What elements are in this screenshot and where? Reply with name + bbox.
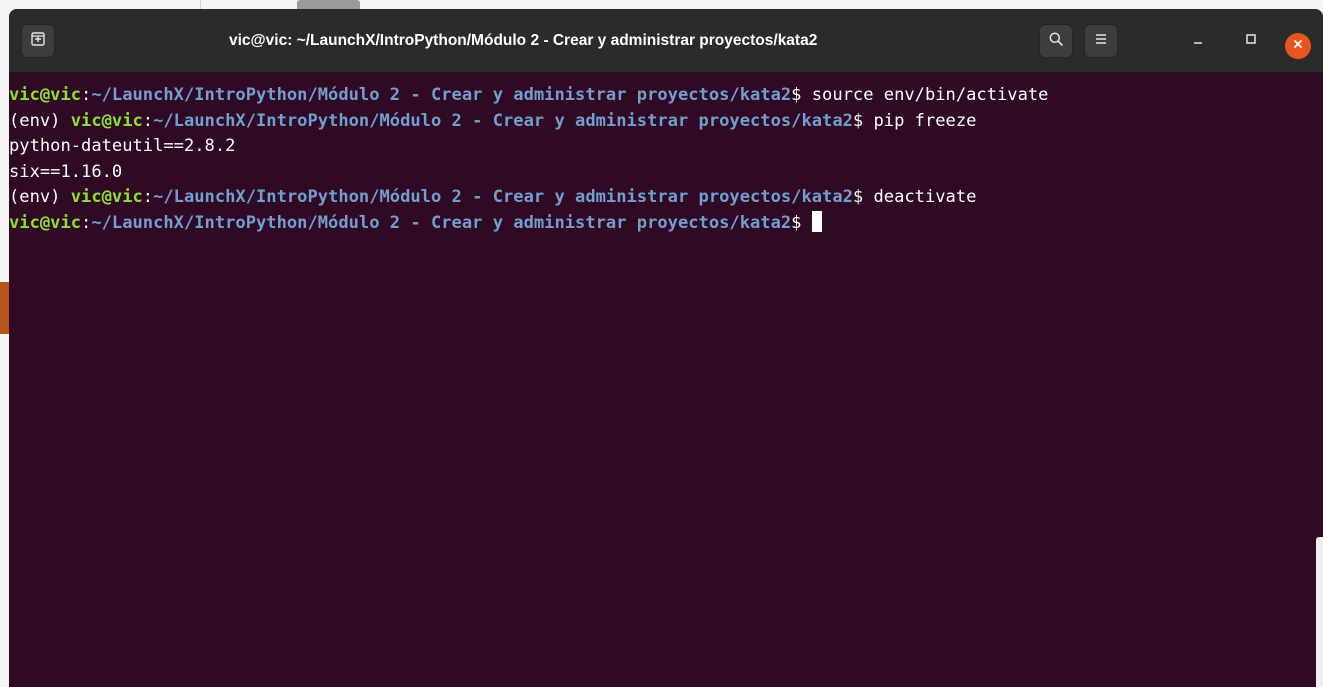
prompt-separator: : [81, 85, 92, 105]
terminal-line: python-dateutil==2.8.2 [9, 134, 1323, 160]
menu-button[interactable] [1084, 24, 1118, 58]
venv-indicator: (env) [9, 110, 71, 131]
prompt-path: ~/LaunchX/IntroPython/Módulo 2 - Crear y… [91, 85, 792, 105]
prompt-user: vic@vic [70, 110, 143, 131]
prompt-user: vic@vic [9, 212, 82, 233]
desktop: vic@vic: ~/LaunchX/IntroPython/Módulo 2 … [0, 0, 1323, 687]
minimize-button[interactable] [1181, 24, 1215, 58]
search-button[interactable] [1039, 24, 1073, 58]
prompt-user: vic@vic [70, 187, 143, 207]
terminal-window[interactable]: vic@vic: ~/LaunchX/IntroPython/Módulo 2 … [9, 9, 1323, 687]
terminal-line: (env) vic@vic:~/LaunchX/IntroPython/Módu… [9, 109, 1323, 135]
prompt-user: vic@vic [9, 85, 82, 105]
command-text: $ [791, 212, 812, 233]
maximize-button[interactable] [1234, 24, 1268, 58]
terminal-line: six==1.16.0 [9, 160, 1323, 186]
prompt-separator: : [81, 212, 92, 233]
close-button[interactable] [1285, 33, 1311, 59]
venv-indicator: (env) [9, 187, 71, 207]
command-output: six==1.16.0 [9, 161, 123, 182]
search-icon [1048, 31, 1064, 52]
command-text: $ source env/bin/activate [791, 85, 1049, 105]
new-tab-button[interactable] [21, 24, 55, 58]
maximize-icon [1243, 31, 1259, 52]
prompt-separator: : [142, 110, 154, 131]
prompt-separator: : [142, 187, 154, 207]
hamburger-menu-icon [1093, 31, 1109, 52]
window-title: vic@vic: ~/LaunchX/IntroPython/Módulo 2 … [229, 32, 818, 49]
prompt-path: ~/LaunchX/IntroPython/Módulo 2 - Crear y… [153, 187, 853, 207]
close-icon [1292, 37, 1304, 55]
terminal-line: vic@vic:~/LaunchX/IntroPython/Módulo 2 -… [9, 210, 1323, 237]
minimize-icon [1190, 31, 1206, 52]
terminal-line: (env) vic@vic:~/LaunchX/IntroPython/Módu… [9, 185, 1323, 211]
prompt-path: ~/LaunchX/IntroPython/Módulo 2 - Crear y… [153, 110, 853, 131]
command-text: $ pip freeze [852, 110, 977, 131]
prompt-path: ~/LaunchX/IntroPython/Módulo 2 - Crear y… [91, 212, 792, 233]
command-text: $ deactivate [852, 187, 977, 207]
terminal-output[interactable]: vic@vic:~/LaunchX/IntroPython/Módulo 2 -… [9, 73, 1323, 687]
window-titlebar[interactable]: vic@vic: ~/LaunchX/IntroPython/Módulo 2 … [9, 9, 1323, 73]
background-window-edge [0, 282, 9, 334]
new-tab-icon [30, 31, 46, 52]
terminal-line: vic@vic:~/LaunchX/IntroPython/Módulo 2 -… [9, 83, 1323, 109]
scrollbar[interactable] [1316, 537, 1323, 687]
text-cursor [811, 210, 822, 232]
command-output: python-dateutil==2.8.2 [9, 136, 236, 156]
